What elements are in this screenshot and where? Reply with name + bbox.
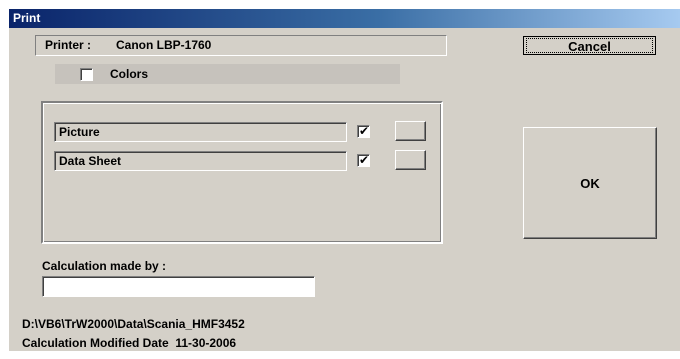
colors-option: Colors <box>55 64 400 84</box>
picture-options-button[interactable] <box>395 121 426 141</box>
print-dialog: Print Printer : Canon LBP-1760 Colors Pic… <box>9 9 680 351</box>
title-bar: Print <box>9 9 680 28</box>
printer-label: Printer : <box>45 38 92 52</box>
printer-name: Canon LBP-1760 <box>116 38 212 52</box>
check-mark-icon: ✔ <box>359 153 370 167</box>
item-field-data-sheet: Data Sheet <box>54 151 347 171</box>
ok-button[interactable]: OK <box>523 127 657 239</box>
file-path: D:\VB6\TrW2000\Data\Scania_HMF3452 <box>22 317 245 331</box>
item-field-picture: Picture <box>54 122 347 142</box>
picture-checkbox[interactable]: ✔ <box>357 124 370 138</box>
data-sheet-options-button[interactable] <box>395 150 426 170</box>
modified-date: Calculation Modified Date 11-30-2006 <box>22 336 236 350</box>
data-sheet-checkbox[interactable]: ✔ <box>357 153 370 167</box>
modified-date-label: Calculation Modified Date <box>22 336 169 350</box>
modified-date-value: 11-30-2006 <box>175 336 237 350</box>
check-mark-icon: ✔ <box>359 124 370 138</box>
colors-checkbox[interactable] <box>80 68 93 81</box>
colors-label: Colors <box>110 67 149 81</box>
cancel-button[interactable]: Cancel <box>523 36 656 55</box>
cancel-button-label: Cancel <box>526 38 653 54</box>
calculation-made-by-input[interactable] <box>42 276 315 297</box>
calculation-made-by-label: Calculation made by : <box>42 259 167 273</box>
printer-display: Printer : Canon LBP-1760 <box>35 35 447 56</box>
